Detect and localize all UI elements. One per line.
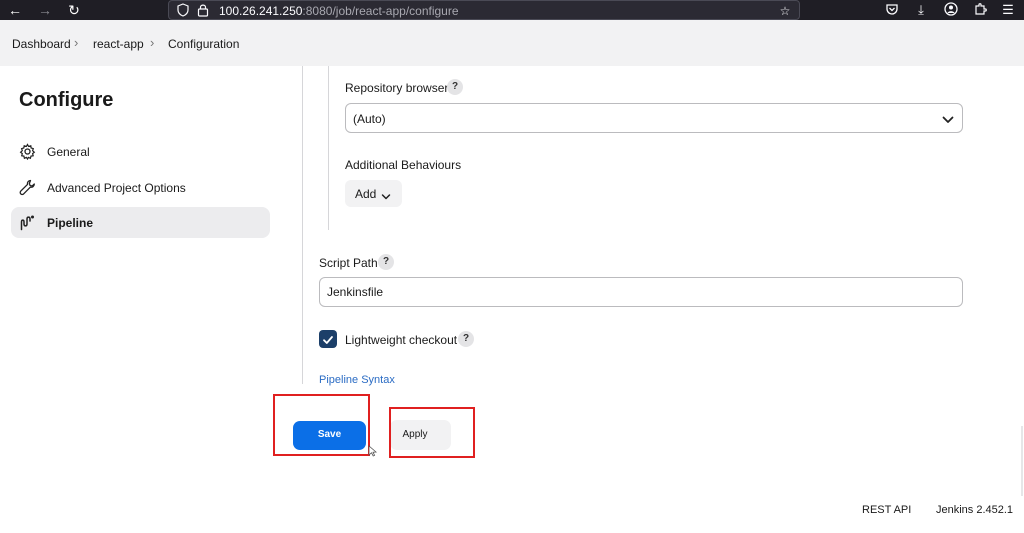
sidebar-item-advanced-project-options[interactable]: Advanced Project Options xyxy=(11,172,270,203)
breadcrumb-dashboard[interactable]: Dashboard xyxy=(12,37,71,51)
add-button-label: Add xyxy=(355,187,377,201)
menu-icon[interactable]: ☰ xyxy=(1000,2,1016,18)
additional-behaviours-label: Additional Behaviours xyxy=(345,158,462,172)
chevron-right-icon: › xyxy=(74,35,79,50)
extensions-icon[interactable] xyxy=(972,2,988,18)
chevron-down-icon xyxy=(381,189,391,200)
chevron-right-icon: › xyxy=(150,35,155,50)
lightweight-checkout-checkbox[interactable] xyxy=(319,330,337,348)
url-bar[interactable]: 100.26.241.250:8080/job/react-app/config… xyxy=(168,0,800,20)
gear-icon xyxy=(19,143,36,161)
pipeline-icon xyxy=(19,214,36,231)
repository-browser-value: (Auto) xyxy=(353,112,386,126)
pipeline-syntax-link[interactable]: Pipeline Syntax xyxy=(319,374,395,387)
sidebar-item-general[interactable]: General xyxy=(11,136,270,167)
checkmark-icon xyxy=(322,333,334,345)
back-arrow-icon[interactable]: ← xyxy=(7,2,23,18)
browser-toolbar: ← → ↻ 100.26.241.250:8080/job/react-app/… xyxy=(0,0,1024,20)
help-icon[interactable]: ? xyxy=(447,79,463,95)
repository-browser-label: Repository browser xyxy=(345,81,449,95)
pocket-icon[interactable] xyxy=(884,2,900,18)
help-icon[interactable]: ? xyxy=(378,254,394,270)
shield-icon[interactable] xyxy=(175,3,191,19)
mouse-cursor-icon xyxy=(368,444,378,457)
url-host: 100.26.241.250 xyxy=(219,4,303,18)
script-path-label: Script Path xyxy=(319,256,378,270)
rest-api-link[interactable]: REST API xyxy=(862,504,911,516)
nested-section-divider xyxy=(328,66,329,230)
add-behaviour-button[interactable]: Add xyxy=(345,180,402,207)
breadcrumb-react-app[interactable]: react-app xyxy=(93,37,144,51)
wrench-icon xyxy=(19,179,36,196)
sidebar-item-pipeline[interactable]: Pipeline xyxy=(11,207,270,238)
forward-arrow-icon[interactable]: → xyxy=(37,2,53,18)
scrollbar[interactable] xyxy=(1021,426,1023,496)
url-path: :8080/job/react-app/configure xyxy=(302,4,459,18)
page-title: Configure xyxy=(19,89,114,111)
breadcrumb: Dashboard › react-app › Configuration xyxy=(0,20,1024,66)
reload-icon[interactable]: ↻ xyxy=(66,2,82,18)
sidebar-item-label: Pipeline xyxy=(47,216,94,230)
sidebar-item-label: General xyxy=(47,145,90,159)
account-icon[interactable] xyxy=(943,2,959,18)
lock-warning-icon[interactable] xyxy=(195,3,211,19)
chevron-down-icon xyxy=(942,113,954,125)
save-highlight-box xyxy=(273,394,370,456)
help-icon[interactable]: ? xyxy=(458,331,474,347)
jenkins-version-link[interactable]: Jenkins 2.452.1 xyxy=(936,504,1013,516)
apply-highlight-box xyxy=(389,407,475,458)
section-divider xyxy=(302,66,303,384)
url-text: 100.26.241.250:8080/job/react-app/config… xyxy=(219,3,459,19)
bookmark-star-icon[interactable]: ☆ xyxy=(777,3,793,19)
download-icon[interactable]: ⤓ xyxy=(913,2,929,18)
script-path-input[interactable] xyxy=(319,277,963,307)
lightweight-checkout-label[interactable]: Lightweight checkout xyxy=(345,333,457,347)
breadcrumb-configuration[interactable]: Configuration xyxy=(168,37,239,51)
repository-browser-select[interactable]: (Auto) xyxy=(345,103,963,133)
sidebar-item-label: Advanced Project Options xyxy=(47,181,186,195)
